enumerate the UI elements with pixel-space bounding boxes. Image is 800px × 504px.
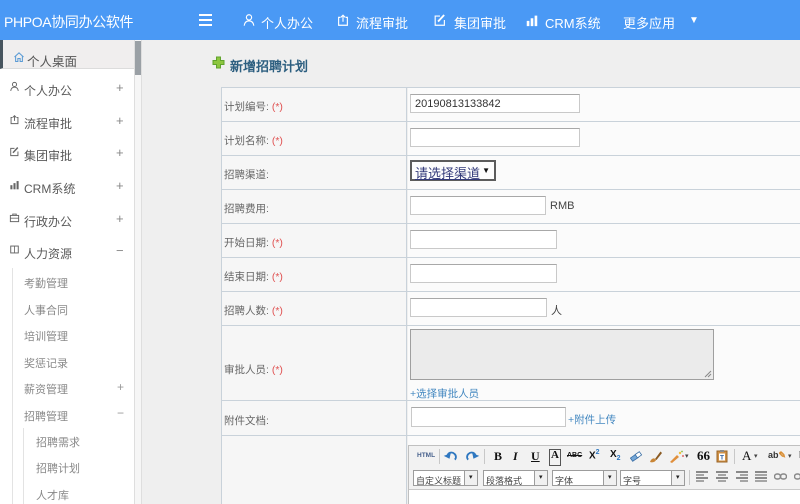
svg-text:T: T [720,455,724,462]
